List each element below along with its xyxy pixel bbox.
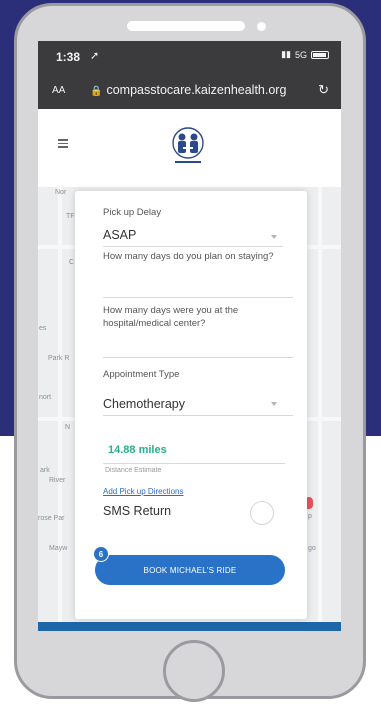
- map-label: Mayw: [49, 545, 68, 552]
- pickup-delay-select[interactable]: ASAP: [103, 228, 136, 242]
- map-label: TF: [66, 213, 75, 220]
- phone-screen: 1:38 ➚ ▮▮ 5G AA 🔒 compasstocare.kaizenhea…: [38, 41, 341, 631]
- map-label: rose Par: [38, 515, 65, 522]
- status-bar: 1:38 ➚ ▮▮ 5G: [38, 41, 341, 71]
- appointment-type-select[interactable]: Chemotherapy: [103, 397, 185, 411]
- map-label: es: [39, 325, 47, 332]
- status-right-group: ▮▮ 5G: [281, 49, 329, 60]
- caret-down-icon: [271, 402, 277, 406]
- map-label: N: [65, 424, 71, 431]
- pickup-delay-underline: [103, 246, 283, 247]
- map-label: go: [308, 545, 316, 552]
- bottom-strip: [38, 622, 341, 631]
- appointment-type-underline: [103, 415, 293, 416]
- stay-days-label: How many days do you plan on staying?: [103, 251, 274, 262]
- battery-icon: [311, 50, 329, 59]
- map-label: ark: [40, 467, 50, 474]
- caret-down-icon: [271, 235, 277, 239]
- appointment-type-label: Appointment Type: [103, 369, 180, 380]
- distance-underline: [103, 463, 285, 464]
- app-header: [38, 109, 341, 187]
- hospital-days-label: How many days were you at the: [103, 305, 239, 316]
- sms-return-label: SMS Return: [103, 504, 172, 518]
- hospital-days-input[interactable]: [103, 357, 293, 358]
- text-size-button[interactable]: AA: [52, 85, 65, 96]
- map-label: Park R: [48, 355, 70, 362]
- location-arrow-icon: ➚: [90, 50, 100, 62]
- url-text: compasstocare.kaizenhealth.org: [106, 83, 287, 97]
- reload-icon[interactable]: ↻: [318, 82, 329, 98]
- pickup-delay-label: Pick up Delay: [103, 207, 162, 218]
- browser-url-bar[interactable]: AA 🔒 compasstocare.kaizenhealth.org ↻: [38, 71, 341, 109]
- map-label: Nor: [55, 189, 67, 196]
- sms-return-toggle[interactable]: [250, 501, 274, 525]
- network-label: 5G: [294, 49, 307, 60]
- phone-camera: [257, 22, 266, 31]
- distance-estimate-label: Distance Estimate: [105, 467, 162, 474]
- status-time: 1:38: [56, 50, 81, 64]
- phone-speaker: [127, 21, 245, 31]
- stay-days-input[interactable]: [103, 297, 293, 298]
- map-label: River: [49, 477, 66, 484]
- home-button[interactable]: [163, 640, 225, 702]
- signal-icon: ▮▮: [281, 49, 291, 59]
- map-label: p: [308, 513, 312, 520]
- map-road: [58, 187, 62, 631]
- compass-to-care-logo-icon: [172, 127, 204, 163]
- map-road: [318, 187, 322, 631]
- map-label: C: [69, 259, 75, 266]
- menu-icon[interactable]: [58, 139, 68, 150]
- hospital-days-label-line2: hospital/medical center?: [103, 318, 206, 329]
- notification-badge: 6: [93, 546, 109, 562]
- lock-icon: 🔒: [90, 86, 103, 97]
- url-display[interactable]: 🔒 compasstocare.kaizenhealth.org: [90, 83, 286, 97]
- ride-booking-form: Pick up Delay ASAP How many days do you …: [75, 191, 307, 619]
- distance-value: 14.88 miles: [108, 444, 167, 456]
- add-pickup-directions-link[interactable]: Add Pick up Directions: [103, 487, 183, 496]
- map-label: nort: [39, 394, 52, 401]
- book-ride-button[interactable]: BOOK MICHAEL'S RIDE: [95, 555, 285, 585]
